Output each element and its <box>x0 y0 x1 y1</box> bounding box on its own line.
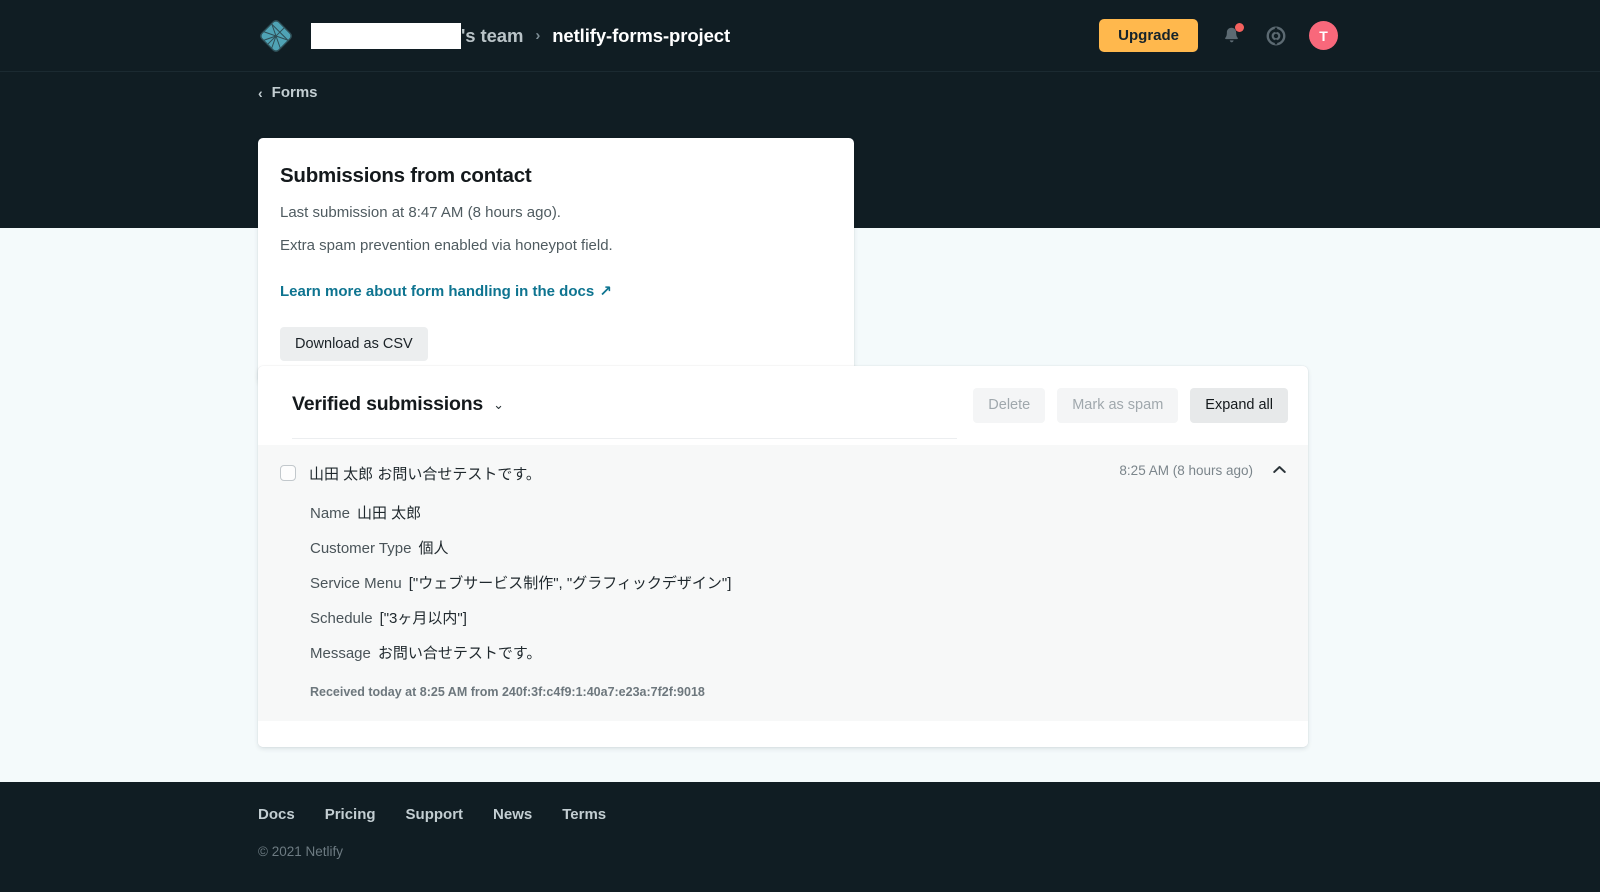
netlify-logo-icon[interactable] <box>258 18 294 54</box>
footer-links: Docs Pricing Support News Terms <box>258 806 606 823</box>
help-button[interactable] <box>1264 24 1288 48</box>
expand-all-button[interactable]: Expand all <box>1190 388 1288 423</box>
field-value: ["3ヶ月以内"] <box>380 610 467 627</box>
breadcrumb: 's team › netlify-forms-project <box>311 23 730 49</box>
footer-link-pricing[interactable]: Pricing <box>325 806 376 823</box>
submissions-header: Verified submissions ⌄ Delete Mark as sp… <box>258 366 1308 445</box>
footer-link-docs[interactable]: Docs <box>258 806 295 823</box>
mark-as-spam-button[interactable]: Mark as spam <box>1057 388 1178 423</box>
submission-fields: Name 山田 太郎 Customer Type 個人 Service Menu ["… <box>310 502 1286 663</box>
submission-field: Customer Type 個人 <box>310 537 1286 558</box>
submission-field: Service Menu ["ウェブサービス制作", "グラフィックデザイン"] <box>310 572 1286 593</box>
top-navigation-bar: 's team › netlify-forms-project Upgrade <box>0 0 1600 72</box>
page-title: Submissions from contact <box>280 164 830 188</box>
submission-field: Schedule ["3ヶ月以内"] <box>310 607 1286 628</box>
submissions-card-footer <box>258 721 1308 747</box>
delete-button[interactable]: Delete <box>973 388 1045 423</box>
field-value: 個人 <box>418 540 448 557</box>
team-name-redaction <box>311 23 461 49</box>
verified-submissions-card: Verified submissions ⌄ Delete Mark as sp… <box>258 366 1308 747</box>
form-info-card: Submissions from contact Last submission… <box>258 138 854 383</box>
submission-checkbox[interactable] <box>280 465 296 481</box>
page-root: 's team › netlify-forms-project Upgrade <box>0 0 1600 892</box>
footer-link-terms[interactable]: Terms <box>562 806 606 823</box>
submission-row: 山田 太郎 お問い合せテストです。 8:25 AM (8 hours ago) … <box>258 445 1308 721</box>
footer-link-news[interactable]: News <box>493 806 532 823</box>
submission-field: Message お問い合せテストです。 <box>310 642 1286 663</box>
breadcrumb-team-suffix: 's team <box>461 25 523 47</box>
submissions-actions: Delete Mark as spam Expand all <box>973 388 1288 445</box>
field-value: お問い合せテストです。 <box>378 645 542 662</box>
submission-row-header: 山田 太郎 お問い合せテストです。 8:25 AM (8 hours ago) <box>280 463 1286 484</box>
submissions-title-group: Verified submissions ⌄ <box>292 393 957 439</box>
chevron-left-icon: ‹ <box>258 86 263 100</box>
field-value: ["ウェブサービス制作", "グラフィックデザイン"] <box>409 575 732 592</box>
back-to-forms-link[interactable]: ‹ Forms <box>258 84 318 101</box>
collapse-submission-button[interactable] <box>1273 463 1286 477</box>
field-value: 山田 太郎 <box>357 505 421 522</box>
field-name: Customer Type <box>310 540 411 557</box>
breadcrumb-project[interactable]: netlify-forms-project <box>552 25 730 47</box>
chevron-up-icon <box>1273 465 1286 474</box>
submissions-title: Verified submissions <box>292 393 483 416</box>
spam-prevention-text: Extra spam prevention enabled via honeyp… <box>280 235 830 258</box>
last-submission-text: Last submission at 8:47 AM (8 hours ago)… <box>280 202 830 225</box>
page-footer: Docs Pricing Support News Terms © 2021 N… <box>0 782 1600 892</box>
docs-link-label: Learn more about form handling in the do… <box>280 283 594 300</box>
notifications-button[interactable] <box>1219 24 1243 48</box>
download-csv-button[interactable]: Download as CSV <box>280 327 428 362</box>
field-name: Schedule <box>310 610 373 627</box>
submission-received-meta: Received today at 8:25 AM from 240f:3f:c… <box>310 685 1286 699</box>
nav-left-group: 's team › netlify-forms-project <box>258 18 730 54</box>
upgrade-button[interactable]: Upgrade <box>1099 19 1198 52</box>
submission-summary[interactable]: 山田 太郎 お問い合せテストです。 <box>309 463 1099 484</box>
breadcrumb-team[interactable]: 's team <box>311 23 523 49</box>
chevron-down-icon[interactable]: ⌄ <box>493 397 504 413</box>
breadcrumb-separator-icon: › <box>535 27 540 44</box>
docs-link[interactable]: Learn more about form handling in the do… <box>280 282 612 300</box>
field-name: Service Menu <box>310 575 402 592</box>
back-to-forms-label: Forms <box>272 84 318 101</box>
footer-copyright: © 2021 Netlify <box>258 844 343 859</box>
field-name: Name <box>310 505 350 522</box>
submission-timestamp: 8:25 AM (8 hours ago) <box>1119 463 1253 478</box>
lifebuoy-icon <box>1265 25 1287 47</box>
user-avatar[interactable]: T <box>1309 21 1338 50</box>
nav-right-group: Upgrade T <box>1099 19 1338 52</box>
notification-dot-badge <box>1235 23 1244 32</box>
external-link-icon: ↗ <box>599 282 612 300</box>
submission-field: Name 山田 太郎 <box>310 502 1286 523</box>
field-name: Message <box>310 645 371 662</box>
footer-link-support[interactable]: Support <box>406 806 464 823</box>
